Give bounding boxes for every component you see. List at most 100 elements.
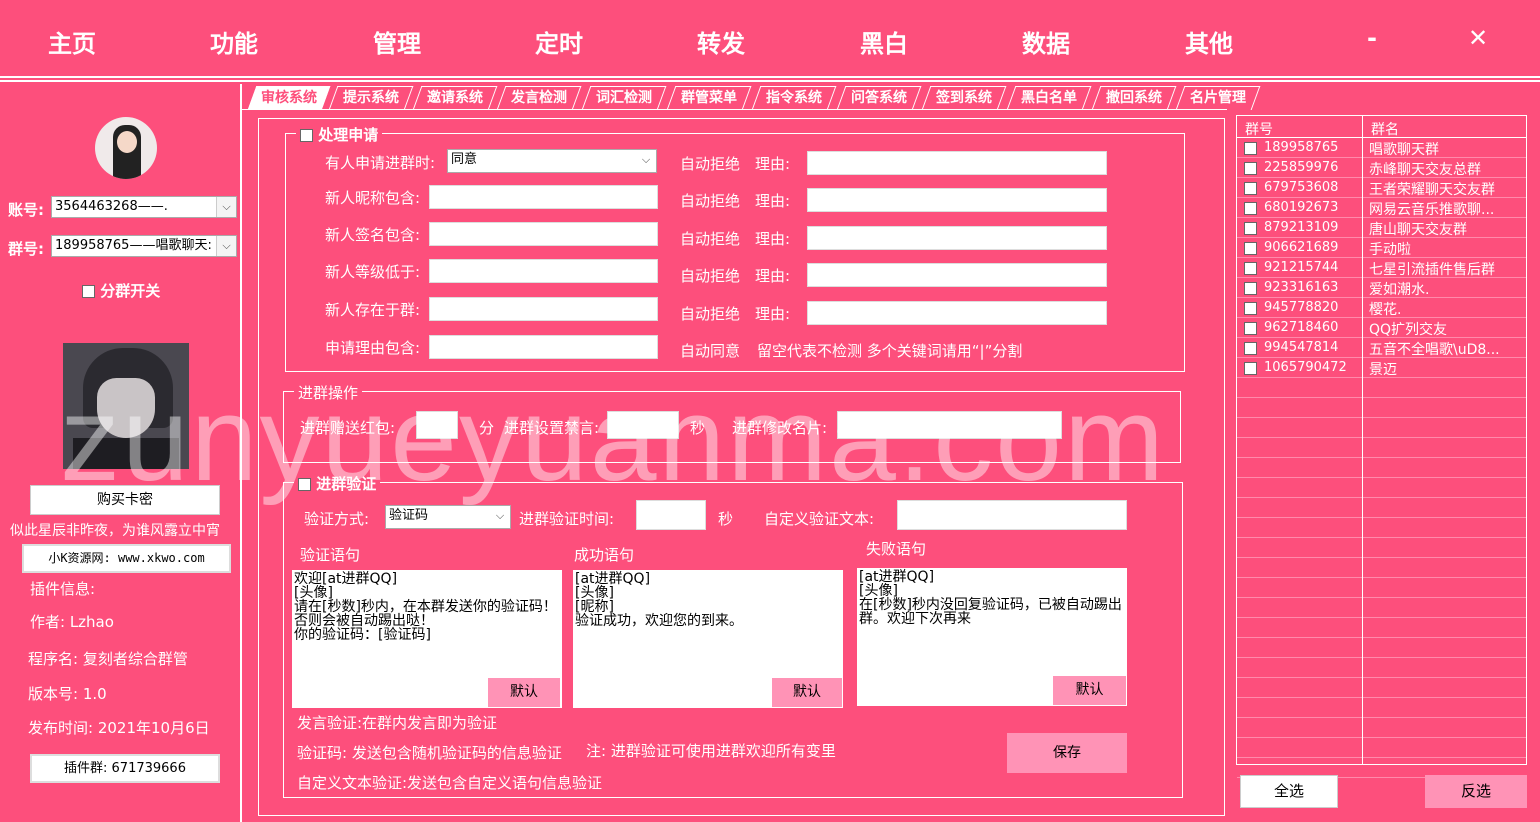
author-text: 作者: Lzhao (30, 613, 114, 631)
group-list-row[interactable]: 921215744 七星引流插件售后群 (1237, 258, 1526, 278)
account-select[interactable]: 3564463268——. ⌵ (51, 196, 237, 218)
checkbox-icon[interactable] (1244, 262, 1257, 275)
split-switch-checkbox[interactable]: 分群开关 (82, 280, 160, 301)
menu-function[interactable]: 功能 (210, 24, 258, 59)
reject-reason-input-2[interactable] (807, 188, 1107, 212)
group-list-row[interactable]: 225859976 赤峰聊天交友总群 (1237, 158, 1526, 178)
checkbox-icon[interactable] (1244, 202, 1257, 215)
tab-label: 问答系统 (851, 90, 907, 106)
checkbox-icon[interactable] (1244, 142, 1257, 155)
select-all-button[interactable]: 全选 (1240, 775, 1338, 808)
reject-reason-input-1[interactable] (807, 151, 1107, 175)
verify-time-input[interactable] (636, 500, 706, 530)
tab-speech-detect[interactable]: 发言检测 (496, 86, 582, 110)
empty-row (1237, 598, 1526, 618)
close-button[interactable]: ✕ (1468, 24, 1488, 52)
verify-note-variables: 注: 进群验证可使用进群欢迎所有变里 (586, 742, 836, 760)
tab-group-menu[interactable]: 群管菜单 (666, 86, 752, 110)
menu-blackwhite[interactable]: 黑白 (860, 24, 908, 59)
buy-card-button[interactable]: 购买卡密 (30, 485, 220, 515)
method-select[interactable]: 验证码 ⌵ (385, 505, 511, 529)
checkbox-icon[interactable] (1244, 362, 1257, 375)
tab-prompt[interactable]: 提示系统 (328, 86, 414, 110)
nick-label: 新人昵称包含: (325, 189, 421, 207)
empty-row (1237, 458, 1526, 478)
checkbox-icon[interactable] (1244, 322, 1257, 335)
tab-card-manage[interactable]: 名片管理 (1175, 86, 1261, 110)
group-number: 921215744 (1264, 260, 1339, 275)
minimize-button[interactable]: - (1367, 24, 1377, 52)
success-default-button[interactable]: 默认 (772, 678, 842, 707)
tab-label: 签到系统 (936, 90, 992, 106)
invert-select-button[interactable]: 反选 (1425, 775, 1527, 808)
menu-forward[interactable]: 转发 (697, 24, 745, 59)
group-list-row[interactable]: 945778820 樱花. (1237, 298, 1526, 318)
checkbox-icon (298, 478, 311, 491)
apply-action-select[interactable]: 同意 ⌵ (447, 149, 657, 173)
menu-manage[interactable]: 管理 (373, 24, 421, 59)
group-list-row[interactable]: 1065790472 景迈 (1237, 358, 1526, 378)
level-input[interactable] (429, 259, 658, 283)
checkbox-icon[interactable] (1244, 242, 1257, 255)
checkbox-icon[interactable] (1244, 162, 1257, 175)
tab-recall[interactable]: 撤回系统 (1091, 86, 1177, 110)
group-list-row[interactable]: 879213109 唐山聊天交友群 (1237, 218, 1526, 238)
group-list-row[interactable]: 923316163 爱如潮水. (1237, 278, 1526, 298)
tab-label: 撤回系统 (1106, 90, 1162, 106)
menu-home[interactable]: 主页 (48, 24, 96, 59)
tab-vocab-detect[interactable]: 词汇检测 (581, 86, 667, 110)
reject-reason-input-5[interactable] (807, 301, 1107, 325)
fail-default-button[interactable]: 默认 (1053, 676, 1126, 705)
verify-title[interactable]: 进群验证 (294, 473, 381, 494)
mute-input[interactable] (607, 411, 679, 439)
save-button[interactable]: 保存 (1007, 733, 1127, 773)
face-shape (97, 378, 155, 438)
group-list-row[interactable]: 679753608 王者荣耀聊天交友群 (1237, 178, 1526, 198)
plugin-group-button[interactable]: 插件群: 671739666 (30, 754, 220, 783)
slogan-text: 似此星辰非昨夜，为谁风露立中宵 (10, 523, 220, 539)
tab-blackwhite-list[interactable]: 黑白名单 (1006, 86, 1092, 110)
auto-agree-label: 自动同意 (680, 342, 741, 360)
sign-label: 新人签名包含: (325, 226, 421, 244)
card-input[interactable] (837, 411, 1062, 439)
group-select[interactable]: 189958765——唱歌聊天: ⌵ (51, 235, 237, 257)
sign-input[interactable] (429, 222, 658, 246)
checkbox-icon[interactable] (1244, 282, 1257, 295)
reject-reason-input-4[interactable] (807, 263, 1107, 287)
exist-input[interactable] (429, 297, 658, 321)
process-apply-title[interactable]: 处理申请 (296, 124, 383, 145)
reject-reason-input-3[interactable] (807, 226, 1107, 250)
group-list-row[interactable]: 994547814 五音不全唱歌\uD8... (1237, 338, 1526, 358)
group-list-row[interactable]: 962718460 QQ扩列交友 (1237, 318, 1526, 338)
tab-invite[interactable]: 邀请系统 (412, 86, 498, 110)
reason-input[interactable] (429, 335, 658, 359)
resource-site-button[interactable]: 小K资源网: www.xkwo.com (22, 544, 231, 573)
group-list-row[interactable]: 189958765 唱歌聊天群 (1237, 138, 1526, 158)
menu-data[interactable]: 数据 (1022, 24, 1070, 59)
menu-other[interactable]: 其他 (1185, 24, 1233, 59)
tab-command[interactable]: 指令系统 (751, 86, 837, 110)
checkbox-icon[interactable] (1244, 342, 1257, 355)
tab-qa[interactable]: 问答系统 (836, 86, 922, 110)
empty-row (1237, 438, 1526, 458)
tab-signin[interactable]: 签到系统 (921, 86, 1007, 110)
group-list-row[interactable]: 680192673 网易云音乐推歌聊... (1237, 198, 1526, 218)
empty-row (1237, 538, 1526, 558)
column-divider (1362, 116, 1363, 764)
checkbox-icon[interactable] (1244, 302, 1257, 315)
chevron-down-icon: ⌵ (216, 236, 236, 256)
tab-review[interactable]: 审核系统 (247, 86, 331, 110)
verify-default-button[interactable]: 默认 (488, 678, 560, 707)
nick-input[interactable] (429, 185, 658, 209)
group-list-row[interactable]: 906621689 手动啦 (1237, 238, 1526, 258)
group-name: 王者荣耀聊天交友群 (1369, 182, 1495, 198)
verify-note-code: 验证码: 发送包含随机验证码的信息验证 (297, 744, 562, 762)
menu-timer[interactable]: 定时 (535, 24, 583, 59)
custom-text-input[interactable] (897, 500, 1127, 530)
checkbox-icon (82, 285, 95, 298)
checkbox-icon[interactable] (1244, 222, 1257, 235)
exist-label: 新人存在于群: (325, 301, 421, 319)
redpacket-input[interactable] (416, 411, 458, 439)
release-date-text: 发布时间: 2021年10月6日 (28, 719, 210, 737)
checkbox-icon[interactable] (1244, 182, 1257, 195)
